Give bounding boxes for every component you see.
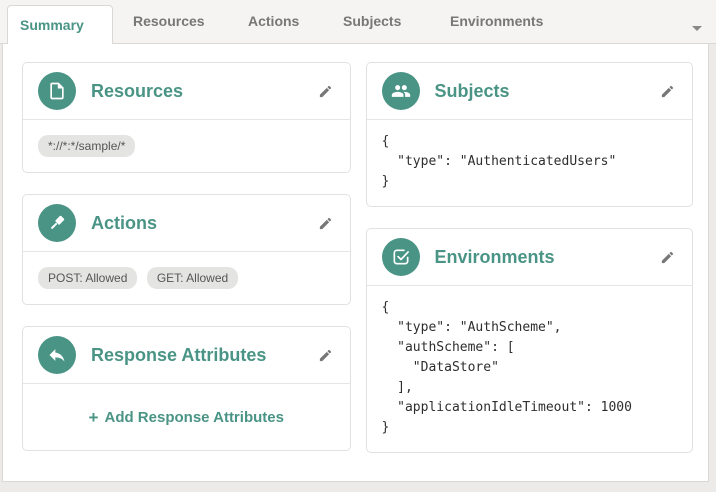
- tab-resources-label: Resources: [133, 13, 205, 29]
- environments-card: Environments { "type": "AuthScheme", "au…: [365, 228, 693, 453]
- actions-card: Actions POST: Allowed GET: Allowed: [22, 194, 351, 305]
- users-icon: [381, 72, 420, 110]
- pencil-icon: [319, 85, 331, 97]
- response-attributes-card-body: + Add Response Attributes: [23, 384, 350, 450]
- file-icon: [38, 72, 76, 110]
- policy-summary-screen: Summary Resources Actions Subjects Envir…: [0, 0, 716, 492]
- gavel-icon: [38, 204, 76, 242]
- check-square-icon: [381, 238, 420, 276]
- subjects-card-header: Subjects: [366, 63, 692, 120]
- resources-card-title: Resources: [91, 80, 184, 101]
- edit-environments-button[interactable]: [658, 248, 677, 267]
- tab-actions[interactable]: Actions: [248, 0, 299, 44]
- add-response-attributes-label: Add Response Attributes: [104, 408, 284, 426]
- action-badge-post: POST: Allowed: [38, 267, 138, 289]
- tab-subjects-label: Subjects: [343, 13, 402, 29]
- response-attributes-card-title: Response Attributes: [91, 344, 267, 365]
- pencil-icon: [319, 349, 331, 361]
- caret-down-icon[interactable]: [692, 26, 702, 31]
- pencil-icon: [661, 85, 674, 97]
- tab-summary-label: Summary: [20, 16, 84, 33]
- add-response-attributes-link[interactable]: + Add Response Attributes: [89, 409, 284, 426]
- resources-card-body: *://*:*/sample/*: [23, 120, 350, 172]
- response-attributes-card: Response Attributes + Add Response Attri…: [22, 326, 351, 451]
- right-column: Subjects { "type": "AuthenticatedUsers" …: [365, 62, 693, 481]
- tab-actions-label: Actions: [248, 13, 300, 29]
- action-badge-get: GET: Allowed: [146, 267, 239, 289]
- edit-subjects-button[interactable]: [658, 82, 677, 101]
- actions-card-title: Actions: [91, 212, 158, 233]
- plus-icon: +: [88, 407, 99, 427]
- edit-response-attributes-button[interactable]: [316, 346, 335, 365]
- environments-json: { "type": "AuthScheme", "authScheme": [ …: [381, 300, 632, 435]
- tab-summary[interactable]: Summary: [7, 5, 113, 45]
- tab-resources[interactable]: Resources: [133, 0, 205, 44]
- subjects-card-title: Subjects: [434, 80, 510, 101]
- tab-subjects[interactable]: Subjects: [343, 0, 401, 44]
- edit-resources-button[interactable]: [316, 82, 335, 101]
- tab-environments[interactable]: Environments: [450, 0, 543, 44]
- subjects-card: Subjects { "type": "AuthenticatedUsers" …: [365, 62, 693, 207]
- reply-arrow-icon: [38, 336, 76, 374]
- left-column: Resources *://*:*/sample/* Actions POST:…: [22, 62, 351, 481]
- response-attributes-card-header: Response Attributes: [23, 327, 350, 384]
- actions-card-body: POST: Allowed GET: Allowed: [23, 252, 350, 304]
- pencil-icon: [319, 217, 331, 229]
- actions-card-header: Actions: [23, 195, 350, 252]
- environments-card-header: Environments: [366, 229, 692, 286]
- subjects-json: { "type": "AuthenticatedUsers" }: [381, 134, 617, 189]
- resource-pattern-badge: *://*:*/sample/*: [38, 135, 136, 157]
- pencil-icon: [661, 251, 674, 263]
- summary-tab-panel: Resources *://*:*/sample/* Actions POST:…: [2, 44, 709, 482]
- environments-card-title: Environments: [434, 246, 555, 267]
- tab-bar: Summary Resources Actions Subjects Envir…: [0, 0, 716, 45]
- resources-card: Resources *://*:*/sample/*: [22, 62, 351, 173]
- edit-actions-button[interactable]: [316, 214, 335, 233]
- resources-card-header: Resources: [23, 63, 350, 120]
- tab-environments-label: Environments: [450, 13, 544, 29]
